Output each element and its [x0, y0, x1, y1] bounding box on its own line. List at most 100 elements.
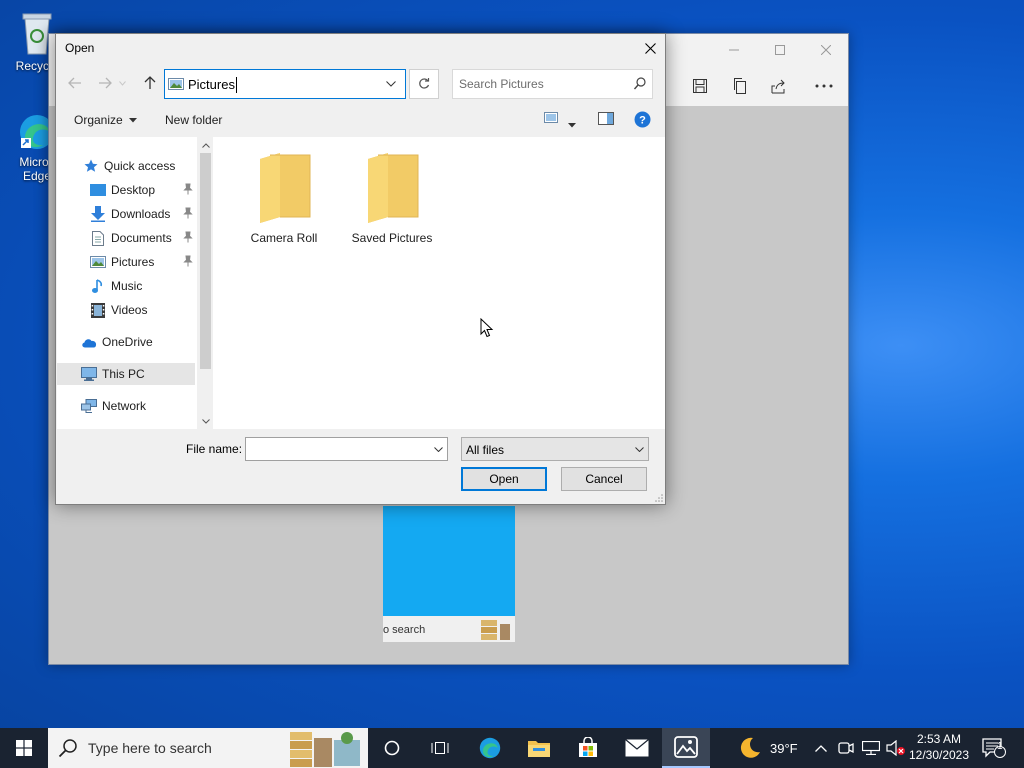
pin-icon [183, 231, 193, 243]
star-icon [83, 158, 99, 174]
nav-item-quick-access[interactable]: Quick access [57, 155, 195, 177]
nav-item-network[interactable]: Network [57, 395, 195, 417]
command-bar: Organize New folder ? [56, 105, 665, 135]
thumbnail-search-text: o search [383, 624, 426, 636]
dialog-close-button[interactable] [635, 34, 665, 62]
scroll-down-button[interactable] [197, 413, 212, 429]
open-button[interactable]: Open [461, 467, 547, 491]
network-icon [81, 398, 97, 414]
refresh-button[interactable] [409, 69, 439, 99]
nav-item-videos[interactable]: Videos [57, 299, 195, 321]
cloud-icon [81, 334, 97, 350]
preview-pane-icon [598, 112, 614, 125]
folder-label: Saved Pictures [351, 231, 433, 245]
organize-label: Organize [74, 113, 123, 127]
show-hidden-icons-button[interactable] [815, 728, 827, 768]
weather-widget[interactable]: 39°F [738, 728, 798, 768]
caret-down-icon [129, 118, 138, 123]
resize-grip-icon[interactable] [655, 494, 663, 502]
image-thumbnail: o search [383, 506, 515, 642]
nav-item-pictures[interactable]: Pictures [57, 251, 195, 273]
speaker-muted-icon [886, 740, 905, 756]
change-view-button[interactable] [544, 112, 558, 126]
back-button[interactable] [64, 72, 86, 94]
search-input[interactable] [459, 76, 624, 92]
share-tool-button[interactable] [761, 70, 797, 102]
new-folder-button[interactable]: New folder [165, 113, 222, 127]
pictures-icon [90, 254, 106, 270]
minimize-button[interactable] [711, 34, 757, 66]
chevron-down-icon [118, 80, 126, 86]
chevron-up-icon [201, 142, 210, 148]
store-bag-icon [579, 737, 597, 757]
search-box[interactable] [452, 69, 653, 99]
thumbnail-desktop-area [383, 506, 515, 616]
system-clock[interactable]: 2:53 AM 12/30/2023 [906, 731, 972, 763]
navigation-scrollbar[interactable] [197, 137, 212, 429]
task-view-button[interactable] [416, 728, 464, 768]
copy-tool-button[interactable] [722, 70, 758, 102]
notification-center-button[interactable]: 1 [982, 728, 1006, 768]
nav-item-this-pc[interactable]: This PC [57, 363, 195, 385]
file-list-pane: Camera Roll Saved Pictures [213, 137, 665, 429]
scroll-up-button[interactable] [197, 137, 212, 153]
network-wired-icon [862, 741, 880, 755]
clock-time: 2:53 AM [916, 732, 962, 746]
close-window-button[interactable] [803, 34, 849, 66]
nav-label-network: Network [102, 399, 147, 413]
meet-now-icon [838, 742, 854, 754]
file-name-input[interactable] [249, 441, 424, 457]
nav-label-documents: Documents [111, 231, 172, 245]
nav-item-downloads[interactable]: Downloads [57, 203, 195, 225]
file-type-dropdown-button[interactable] [630, 438, 648, 460]
taskbar-search-box[interactable]: Type here to search [48, 728, 368, 768]
nav-item-music[interactable]: Music [57, 275, 195, 297]
start-button[interactable] [0, 728, 48, 768]
arrow-right-icon [99, 77, 112, 89]
nav-item-desktop[interactable]: Desktop [57, 179, 195, 201]
taskbar: Type here to search 39°F 2:53 AM 12/30/2… [0, 728, 1024, 768]
nav-item-onedrive[interactable]: OneDrive [57, 331, 195, 353]
file-type-select[interactable]: All files [461, 437, 649, 461]
mail-icon [625, 739, 649, 757]
preview-pane-button[interactable] [598, 112, 614, 128]
address-dropdown-button[interactable] [377, 70, 405, 98]
volume-button[interactable] [886, 728, 906, 768]
folder-label: Camera Roll [250, 231, 318, 245]
forward-button[interactable] [94, 72, 116, 94]
more-options-button[interactable] [806, 70, 842, 102]
folder-item[interactable]: Saved Pictures [342, 153, 442, 245]
up-button[interactable] [139, 72, 161, 94]
folder-item[interactable]: Camera Roll [234, 153, 334, 245]
cortana-button[interactable] [368, 728, 416, 768]
pictures-folder-icon [168, 78, 184, 90]
music-note-icon [90, 278, 106, 294]
search-icon [58, 739, 77, 758]
save-tool-button[interactable] [682, 70, 718, 102]
maximize-button[interactable] [757, 34, 803, 66]
taskbar-photos-button[interactable] [662, 728, 710, 768]
taskbar-file-explorer-button[interactable] [515, 728, 563, 768]
scrollbar-thumb[interactable] [200, 153, 211, 369]
document-icon [90, 230, 106, 246]
windows-logo-icon [16, 740, 32, 756]
nav-item-documents[interactable]: Documents [57, 227, 195, 249]
clock-date: 12/30/2023 [908, 748, 970, 762]
taskbar-edge-button[interactable] [466, 728, 514, 768]
chevron-down-icon [386, 81, 396, 87]
taskbar-store-button[interactable] [564, 728, 612, 768]
file-name-dropdown-button[interactable] [429, 438, 447, 460]
folder-icon [368, 153, 419, 223]
chevron-up-icon [815, 744, 827, 752]
network-status-button[interactable] [862, 728, 880, 768]
recent-locations-button[interactable] [116, 72, 128, 94]
taskbar-mail-button[interactable] [613, 728, 661, 768]
address-bar[interactable]: Pictures [164, 69, 406, 99]
file-name-combobox[interactable] [245, 437, 448, 461]
help-button[interactable]: ? [634, 111, 651, 131]
tray-app-icon-button[interactable] [838, 728, 854, 768]
view-dropdown-button[interactable] [568, 117, 576, 131]
cancel-button[interactable]: Cancel [561, 467, 647, 491]
organize-button[interactable]: Organize [74, 113, 138, 127]
dialog-title: Open [65, 41, 95, 55]
